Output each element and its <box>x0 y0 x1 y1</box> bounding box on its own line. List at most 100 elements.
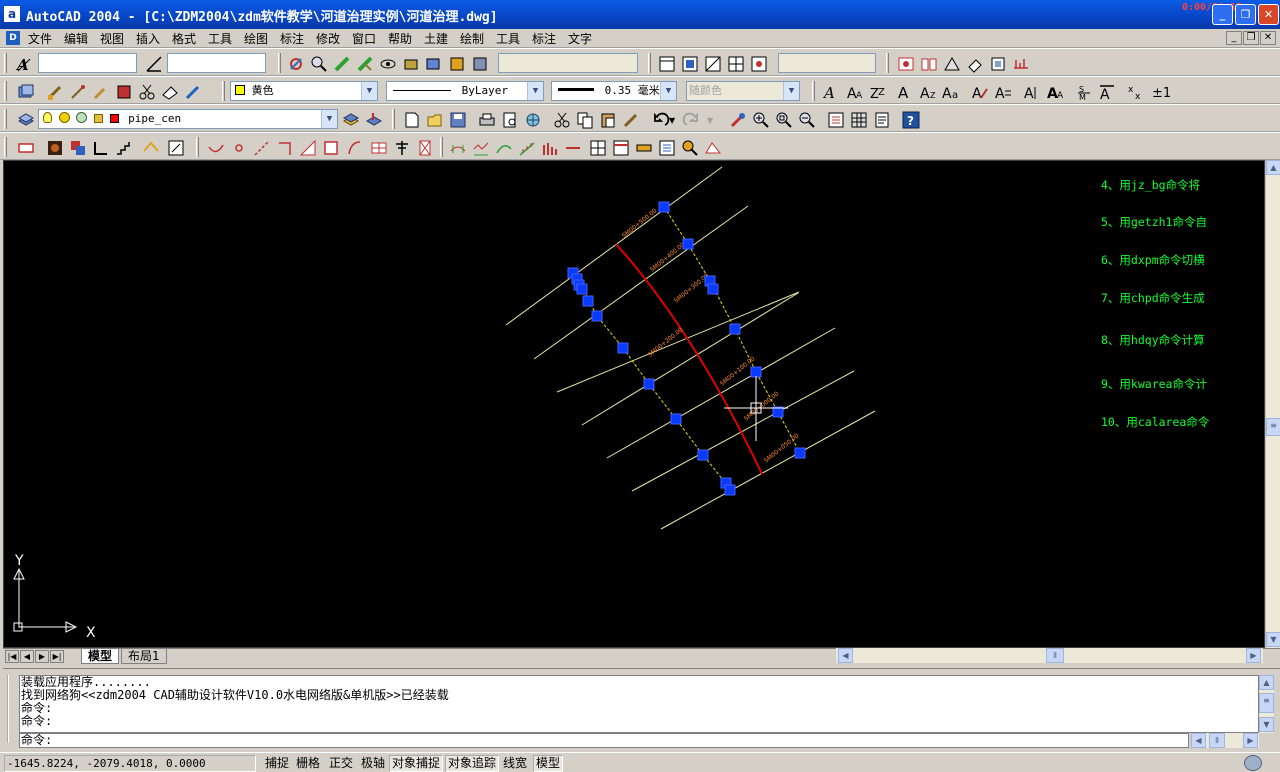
text-style-icon[interactable]: A <box>14 54 32 73</box>
lamp-icon[interactable] <box>988 54 1006 72</box>
image-icon[interactable] <box>45 138 63 156</box>
toolbar-grip[interactable] <box>886 53 889 73</box>
command-hscroll[interactable]: ◀ ⦀ ▶ <box>1191 733 1259 748</box>
grip-handle[interactable] <box>591 310 603 322</box>
viewport-multi-icon[interactable] <box>726 54 744 72</box>
save-icon[interactable] <box>448 110 466 128</box>
grip-handle[interactable] <box>576 283 588 295</box>
menu-annotate[interactable]: 标注 <box>532 30 556 47</box>
document-icon[interactable]: D <box>6 31 20 45</box>
layer-state-icon[interactable] <box>364 110 383 128</box>
toolbar-grip[interactable] <box>196 137 199 157</box>
cells-icon[interactable] <box>68 138 86 156</box>
dim-style-dropdown[interactable] <box>167 53 266 73</box>
render-icon[interactable] <box>896 54 914 72</box>
toolbar-grip[interactable] <box>4 81 7 101</box>
measure-icon[interactable] <box>680 138 698 156</box>
plotstyle-dropdown[interactable]: 随颜色 ▼ <box>686 81 800 101</box>
scroll-up-button[interactable]: ▲ <box>1266 160 1280 175</box>
toolbar-grip[interactable] <box>278 53 281 73</box>
menu-tools-2[interactable]: 工具 <box>496 30 520 47</box>
cut-icon[interactable] <box>137 82 155 100</box>
coordinate-readout[interactable]: -1645.8224, -2079.4018, 0.0000 <box>4 755 256 772</box>
viewport-scale-dropdown[interactable] <box>778 53 876 73</box>
maximize-button[interactable]: ❐ <box>1235 4 1256 25</box>
bars-icon[interactable] <box>540 138 558 156</box>
pipe-join-icon[interactable] <box>355 54 373 72</box>
menu-dimension[interactable]: 标注 <box>280 30 304 47</box>
horizontal-scrollbar[interactable]: ◀ ⦀ ▶ <box>836 648 1263 663</box>
grip-handle[interactable] <box>643 378 655 390</box>
open-folder-icon[interactable] <box>425 110 443 128</box>
menu-civil[interactable]: 土建 <box>424 30 448 47</box>
superscript-icon[interactable]: xx <box>1126 82 1144 101</box>
undo-icon[interactable]: ▼ <box>650 110 676 128</box>
scroll-right-button[interactable]: ▶ <box>1246 648 1261 663</box>
grip-handle[interactable] <box>794 447 806 459</box>
grip-handle[interactable] <box>670 413 682 425</box>
text-scale-icon[interactable]: A <box>895 82 913 101</box>
book-icon[interactable] <box>919 54 937 72</box>
plus-minus-icon[interactable]: ±1 <box>1149 82 1173 101</box>
cmd-scroll-down[interactable]: ▼ <box>1259 717 1274 732</box>
wall-icon[interactable] <box>91 138 109 156</box>
cmd-scroll-right[interactable]: ▶ <box>1243 733 1258 748</box>
axis-icon[interactable] <box>563 138 581 156</box>
print-preview-icon[interactable] <box>500 110 518 128</box>
orbit-icon[interactable] <box>378 54 396 72</box>
dim-style-icon[interactable] <box>144 54 162 72</box>
status-lineweight-button[interactable]: 线宽 <box>500 755 530 772</box>
text-edit-icon[interactable]: A <box>970 82 988 101</box>
app-icon[interactable]: a <box>4 6 20 22</box>
status-snap-button[interactable]: 捕捉 <box>262 755 292 772</box>
status-osnap-button[interactable]: 对象捕捉 <box>389 755 444 772</box>
tool-palette-icon[interactable] <box>872 110 890 128</box>
close-button[interactable]: ✕ <box>1258 4 1279 25</box>
grip-handle[interactable] <box>697 449 709 461</box>
calc-icon[interactable] <box>657 138 675 156</box>
text-overline-icon[interactable]: A <box>1097 82 1115 101</box>
menu-plot[interactable]: 绘制 <box>460 30 484 47</box>
next-tab-button[interactable]: ▶ <box>35 650 49 663</box>
status-grid-button[interactable]: 栅格 <box>293 755 323 772</box>
grip-handle[interactable] <box>729 323 741 335</box>
terrain-icon[interactable] <box>1011 54 1029 72</box>
text-case-icon[interactable]: Aa <box>941 82 959 101</box>
toolbar-grip[interactable] <box>648 53 651 73</box>
copy-icon[interactable] <box>575 110 593 129</box>
grip-handle[interactable] <box>750 366 762 378</box>
menu-edit[interactable]: 编辑 <box>64 30 88 47</box>
match-prop-icon[interactable] <box>68 82 86 100</box>
toolbar-grip[interactable] <box>4 53 7 73</box>
slope-icon[interactable] <box>517 138 535 156</box>
help-icon[interactable]: ? <box>901 110 920 129</box>
toolbar-grip[interactable] <box>440 137 443 157</box>
profile-icon[interactable] <box>471 138 489 156</box>
viewport-scale-icon[interactable] <box>749 54 767 72</box>
scroll-down-button[interactable]: ▼ <box>1266 632 1280 647</box>
cmd-scroll-hthumb[interactable]: ⦀ <box>1209 733 1225 748</box>
layers-icon[interactable] <box>16 110 35 128</box>
command-scrollbar[interactable]: ▲ ≡ ▼ <box>1259 675 1274 733</box>
viewport-icon[interactable] <box>680 54 698 72</box>
text-fit-icon[interactable]: A <box>1022 82 1040 101</box>
menu-tools[interactable]: 工具 <box>208 30 232 47</box>
tab-model[interactable]: 模型 <box>81 649 120 664</box>
zoom-realtime-icon[interactable] <box>751 110 769 128</box>
color-icon[interactable] <box>114 82 132 100</box>
menu-text[interactable]: 文字 <box>568 30 592 47</box>
point-icon[interactable] <box>229 138 247 156</box>
paste-icon[interactable] <box>598 110 616 128</box>
prev-tab-button[interactable]: ◀ <box>20 650 34 663</box>
block-icon[interactable] <box>401 54 419 72</box>
layer-previous-icon[interactable] <box>341 110 360 128</box>
doc-minimize-button[interactable]: _ <box>1226 31 1242 45</box>
new-file-icon[interactable] <box>402 110 420 128</box>
menu-modify[interactable]: 修改 <box>316 30 340 47</box>
section-icon[interactable] <box>141 138 159 156</box>
status-model-button[interactable]: 模型 <box>533 755 564 772</box>
tree-icon[interactable] <box>392 138 410 156</box>
menu-draw[interactable]: 绘图 <box>244 30 268 47</box>
stairs-icon[interactable] <box>114 138 132 156</box>
minimize-button[interactable]: _ <box>1212 4 1233 25</box>
